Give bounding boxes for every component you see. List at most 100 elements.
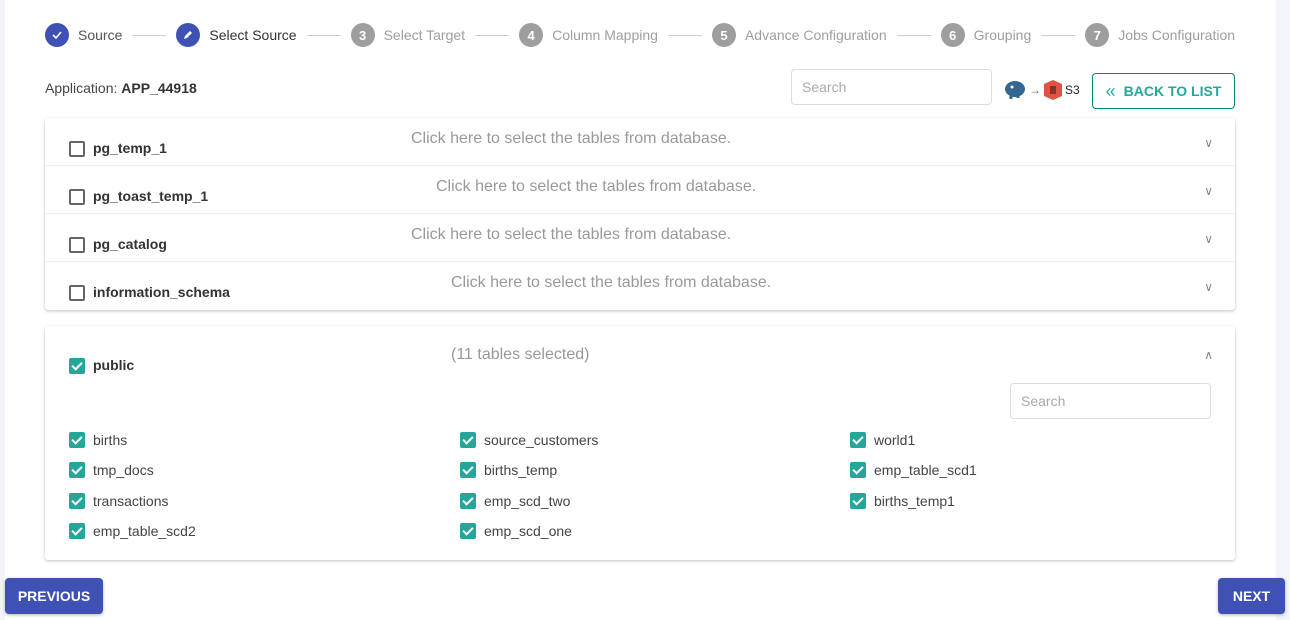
table-item[interactable]: emp_table_scd1 xyxy=(850,462,977,478)
schema-checkbox[interactable] xyxy=(69,285,85,301)
table-name: births_temp xyxy=(484,462,558,478)
step-label: Source xyxy=(78,27,123,43)
connection-indicator: → S3 xyxy=(1004,80,1080,100)
schema-name: pg_catalog xyxy=(93,236,167,252)
schema-hint[interactable]: Click here to select the tables from dat… xyxy=(411,130,731,148)
table-name: births_temp1 xyxy=(874,493,955,509)
schema-row[interactable]: pg_catalog Click here to select the table… xyxy=(45,214,1235,262)
postgresql-icon xyxy=(1005,81,1025,99)
table-checkbox[interactable] xyxy=(850,462,866,478)
table-checkbox[interactable] xyxy=(850,432,866,448)
schema-list: pg_temp_1 Click here to select the tables… xyxy=(45,118,1235,310)
step-source[interactable]: Source xyxy=(45,23,122,47)
stepper: Source Select Source 3 Select Target 4 Column… xyxy=(45,23,1235,47)
step-number: 3 xyxy=(350,23,375,47)
step-connector xyxy=(475,34,510,36)
chevron-down-icon[interactable]: ∨ xyxy=(1204,280,1213,294)
step-connector xyxy=(132,34,167,36)
step-jobs-configuration[interactable]: 7 Jobs Configuration xyxy=(1085,23,1235,47)
table-item[interactable]: world1 xyxy=(850,432,915,448)
chevron-down-icon[interactable]: ∨ xyxy=(1204,232,1213,246)
pencil-icon xyxy=(176,23,201,47)
table-name: emp_table_scd1 xyxy=(874,462,977,478)
table-name: emp_table_scd2 xyxy=(93,523,196,539)
table-checkbox[interactable] xyxy=(69,462,85,478)
table-checkbox[interactable] xyxy=(460,523,476,539)
table-item[interactable]: emp_scd_two xyxy=(460,493,570,509)
step-label: Advance Configuration xyxy=(744,27,887,43)
step-connector xyxy=(667,34,702,36)
table-name: births xyxy=(93,432,128,448)
next-button[interactable]: NEXT xyxy=(1218,578,1285,614)
schema-name: pg_toast_temp_1 xyxy=(93,188,209,204)
step-number: 7 xyxy=(1085,23,1110,47)
chevron-up-icon[interactable]: ∧ xyxy=(1204,348,1213,362)
previous-button[interactable]: PREVIOUS xyxy=(5,578,103,614)
table-checkbox[interactable] xyxy=(850,493,866,509)
schema-checkbox[interactable] xyxy=(69,141,85,157)
table-item[interactable]: emp_scd_one xyxy=(460,523,572,539)
schema-hint[interactable]: Click here to select the tables from dat… xyxy=(411,226,731,244)
table-checkbox[interactable] xyxy=(460,462,476,478)
schema-row[interactable]: pg_toast_temp_1 Click here to select the … xyxy=(45,166,1235,214)
table-name: world1 xyxy=(874,432,916,448)
step-label: Select Target xyxy=(383,27,466,43)
step-select-target[interactable]: 3 Select Target xyxy=(350,23,466,47)
table-search-input[interactable] xyxy=(1010,383,1211,419)
table-checkbox[interactable] xyxy=(69,493,85,509)
public-checkbox[interactable] xyxy=(69,358,85,374)
step-number: 6 xyxy=(940,23,965,47)
step-number: 5 xyxy=(711,23,736,47)
schema-hint[interactable]: Click here to select the tables from dat… xyxy=(451,274,771,292)
table-item[interactable]: tmp_docs xyxy=(69,462,154,478)
schema-row[interactable]: information_schema Click here to select t… xyxy=(45,262,1235,310)
left-edge xyxy=(0,0,5,620)
schema-checkbox[interactable] xyxy=(69,237,85,253)
aws-s3-icon xyxy=(1044,80,1062,100)
table-name: tmp_docs xyxy=(93,462,154,478)
back-label: BACK TO LIST xyxy=(1123,83,1222,99)
table-checkbox[interactable] xyxy=(69,432,85,448)
schema-name: public xyxy=(93,357,135,373)
chevron-down-icon[interactable]: ∨ xyxy=(1204,184,1213,198)
step-select-source[interactable]: Select Source xyxy=(176,23,297,47)
step-label: Select Source xyxy=(209,27,297,43)
step-label: Grouping xyxy=(973,27,1032,43)
table-name: emp_scd_two xyxy=(484,493,571,509)
double-chevron-left-icon: « xyxy=(1105,80,1116,101)
step-grouping[interactable]: 6 Grouping xyxy=(940,23,1032,47)
step-advance-configuration[interactable]: 5 Advance Configuration xyxy=(711,23,887,47)
step-connector xyxy=(896,34,931,36)
chevron-down-icon[interactable]: ∨ xyxy=(1204,136,1213,150)
check-icon xyxy=(45,23,69,47)
table-name: emp_scd_one xyxy=(484,523,572,539)
step-connector xyxy=(306,34,341,36)
schema-hint[interactable]: Click here to select the tables from dat… xyxy=(436,178,756,196)
step-connector xyxy=(1041,34,1076,36)
selected-count: (11 tables selected) xyxy=(451,346,590,363)
schema-checkbox[interactable] xyxy=(69,189,85,205)
arrow: → xyxy=(1029,83,1041,97)
table-checkbox[interactable] xyxy=(460,432,476,448)
table-item[interactable]: transactions xyxy=(69,493,168,509)
step-label: Column Mapping xyxy=(552,27,658,43)
table-item[interactable]: source_customers xyxy=(460,432,598,448)
table-checkbox[interactable] xyxy=(460,493,476,509)
step-column-mapping[interactable]: 4 Column Mapping xyxy=(519,23,658,47)
schema-panel-public: public (11 tables selected) ∧ births sour… xyxy=(45,326,1235,560)
table-item[interactable]: births_temp1 xyxy=(850,493,955,509)
table-checkbox[interactable] xyxy=(69,523,85,539)
schema-search-input[interactable] xyxy=(791,69,992,105)
schema-name: pg_temp_1 xyxy=(93,140,167,156)
step-label: Jobs Configuration xyxy=(1118,27,1236,43)
schema-row[interactable]: pg_temp_1 Click here to select the tables… xyxy=(45,118,1235,166)
table-item[interactable]: emp_table_scd2 xyxy=(69,523,196,539)
schema-name: information_schema xyxy=(93,284,230,300)
target-label: S3 xyxy=(1065,83,1080,97)
application-name: APP_44918 xyxy=(121,80,197,96)
table-item[interactable]: births_temp xyxy=(460,462,557,478)
table-item[interactable]: births xyxy=(69,432,127,448)
table-name: source_customers xyxy=(484,432,599,448)
step-number: 4 xyxy=(519,23,544,47)
back-to-list-button[interactable]: « BACK TO LIST xyxy=(1092,73,1235,109)
